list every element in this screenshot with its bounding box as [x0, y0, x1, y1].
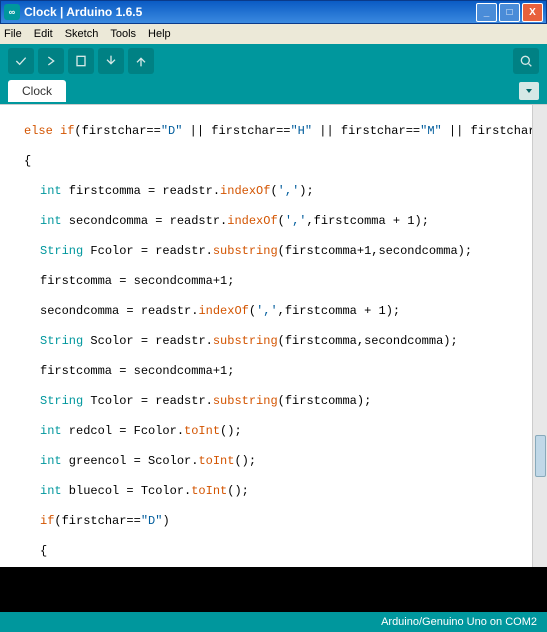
upload-button[interactable] [38, 48, 64, 74]
verify-button[interactable] [8, 48, 34, 74]
app-icon: ∞ [4, 4, 20, 20]
window-titlebar[interactable]: ∞ Clock | Arduino 1.6.5 _ □ X [0, 0, 547, 24]
menu-sketch[interactable]: Sketch [65, 28, 99, 40]
tab-bar: Clock [0, 78, 547, 104]
status-bar: Arduino/Genuino Uno on COM2 [0, 612, 547, 632]
editor-area: else if(firstchar=="D" || firstchar=="H"… [0, 104, 547, 567]
menu-help[interactable]: Help [148, 28, 171, 40]
new-button[interactable] [68, 48, 94, 74]
close-button[interactable]: X [522, 3, 543, 22]
vertical-scrollbar[interactable] [532, 105, 547, 567]
tab-clock[interactable]: Clock [8, 80, 66, 102]
menu-file[interactable]: File [4, 28, 22, 40]
window-title: Clock | Arduino 1.6.5 [24, 5, 476, 19]
menu-bar: File Edit Sketch Tools Help [0, 24, 547, 44]
toolbar [0, 44, 547, 78]
board-port-label: Arduino/Genuino Uno on COM2 [381, 616, 537, 628]
menu-tools[interactable]: Tools [110, 28, 136, 40]
tab-menu-button[interactable] [519, 82, 539, 100]
serial-monitor-button[interactable] [513, 48, 539, 74]
minimize-button[interactable]: _ [476, 3, 497, 22]
maximize-button[interactable]: □ [499, 3, 520, 22]
save-button[interactable] [128, 48, 154, 74]
scrollbar-thumb[interactable] [535, 435, 546, 477]
console-output[interactable] [0, 567, 547, 612]
code-editor[interactable]: else if(firstchar=="D" || firstchar=="H"… [0, 105, 532, 567]
open-button[interactable] [98, 48, 124, 74]
menu-edit[interactable]: Edit [34, 28, 53, 40]
